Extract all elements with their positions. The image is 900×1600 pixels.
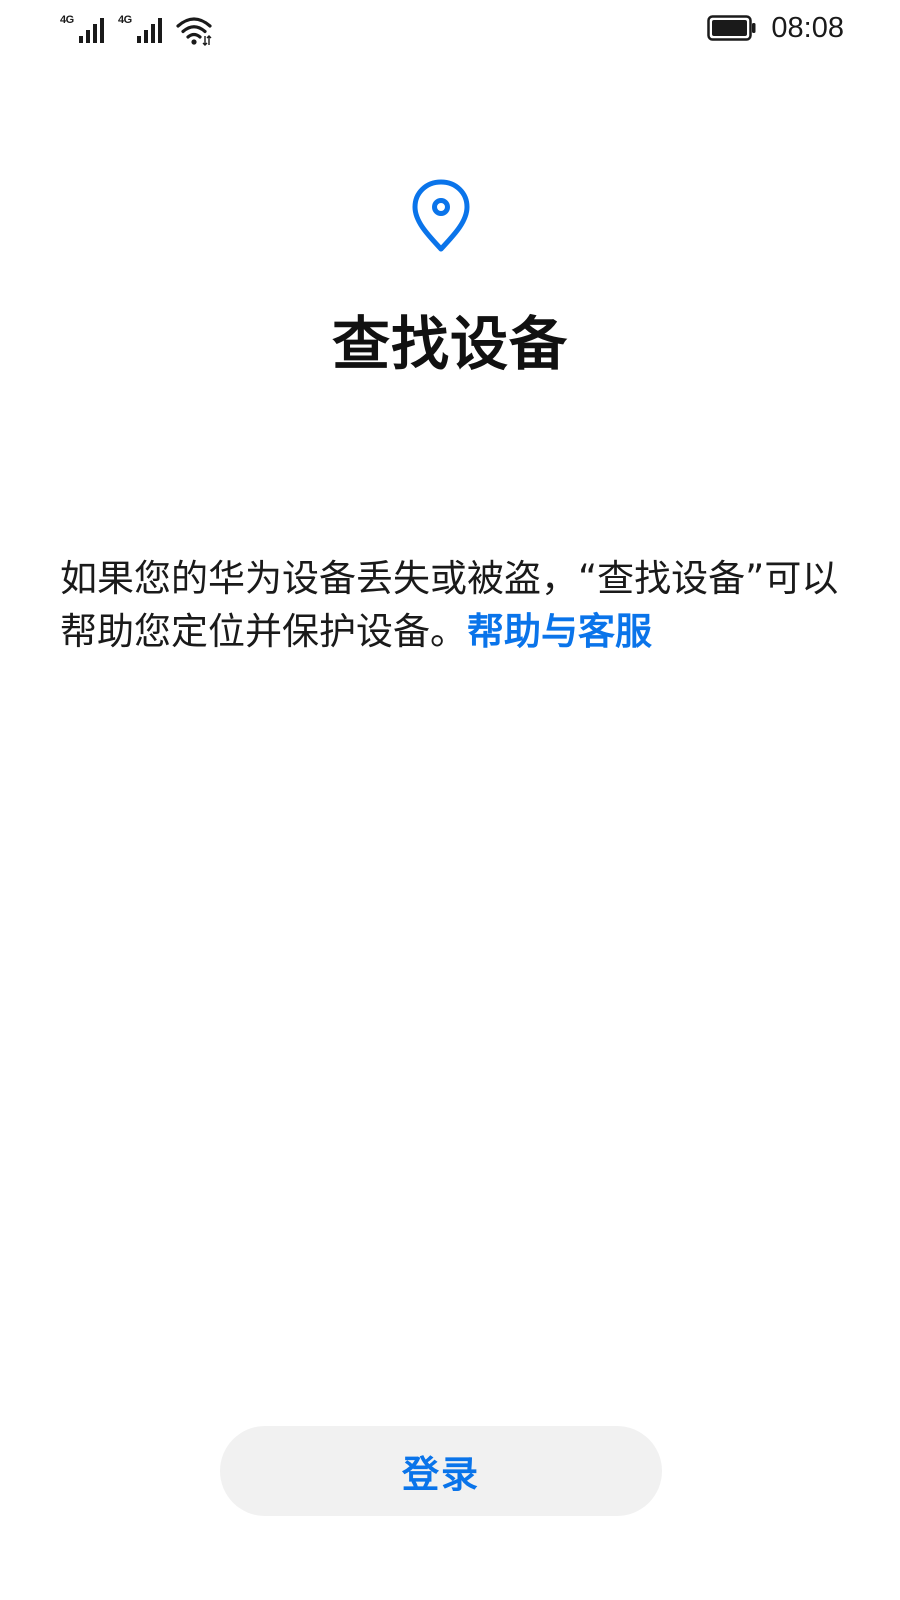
status-bar: 4G 4G 08:08 <box>0 0 900 58</box>
help-and-support-link[interactable]: 帮助与客服 <box>467 610 652 653</box>
sim2-network-label: 4G <box>118 14 132 26</box>
status-right: 08:08 <box>707 10 844 46</box>
battery-icon <box>707 15 756 41</box>
sim2-signal: 4G <box>118 14 164 46</box>
sim1-network-label: 4G <box>60 14 74 26</box>
description-text: 如果您的华为设备丢失或被盗，“查找设备”可以帮助您定位并保护设备。 <box>60 557 839 653</box>
signal-icon <box>79 18 104 43</box>
wifi-icon <box>176 17 212 46</box>
location-pin-icon <box>412 179 470 252</box>
login-button[interactable]: 登录 <box>220 1426 662 1516</box>
sim1-signal: 4G <box>60 14 106 46</box>
page-title: 查找设备 <box>331 310 568 378</box>
description: 如果您的华为设备丢失或被盗，“查找设备”可以帮助您定位并保护设备。帮助与客服 <box>60 552 850 658</box>
signal-icon <box>137 18 162 43</box>
status-left: 4G 4G <box>60 12 212 46</box>
login-button-label: 登录 <box>402 1454 480 1495</box>
status-time: 08:08 <box>771 12 844 44</box>
